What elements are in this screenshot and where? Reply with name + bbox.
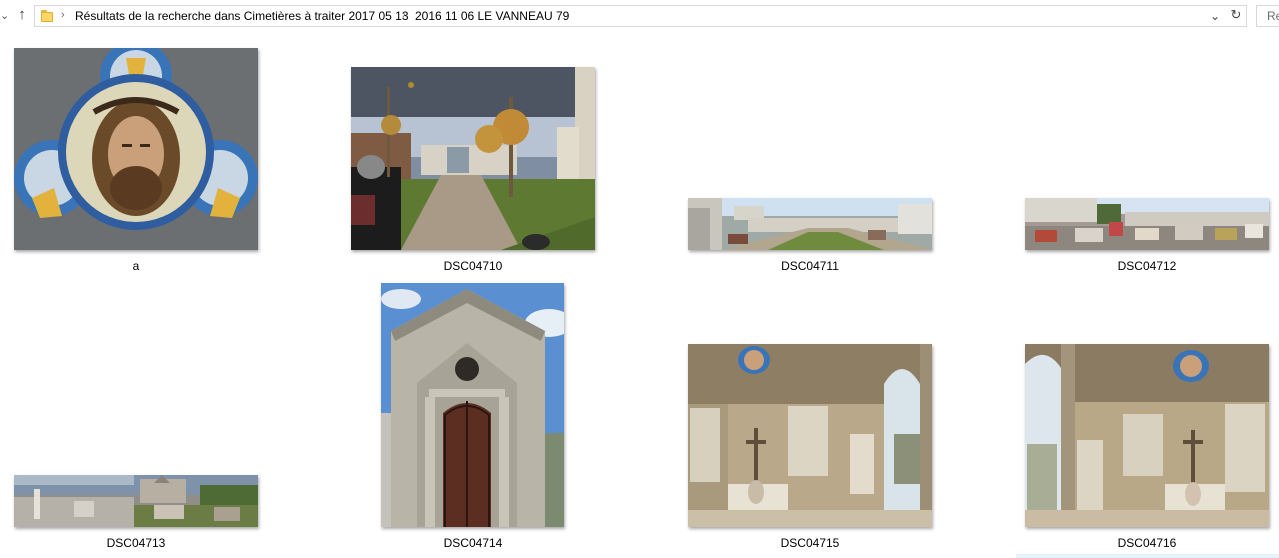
cemetery-panorama-image[interactable] <box>14 475 258 527</box>
recent-locations-chevron-icon[interactable]: ⌄ <box>0 9 9 22</box>
up-arrow-icon[interactable]: ↑ <box>13 5 31 25</box>
file-name-label[interactable]: a <box>14 259 258 273</box>
selection-highlight <box>1016 554 1279 558</box>
chapel-interior-image[interactable] <box>688 344 932 527</box>
cemetery-panorama-image[interactable] <box>688 198 932 250</box>
file-name-label[interactable]: DSC04711 <box>688 259 932 273</box>
file-name-label[interactable]: DSC04710 <box>351 259 595 273</box>
cemetery-path-image[interactable] <box>351 67 595 250</box>
file-name-label[interactable]: DSC04714 <box>351 536 595 550</box>
stained-glass-christ-image[interactable] <box>14 48 258 250</box>
file-view: a DSC04710 DSC04711 DSC04712 DSC04713 DS… <box>0 32 1279 558</box>
file-name-label[interactable]: DSC04712 <box>1025 259 1269 273</box>
address-dropdown-icon[interactable]: ⌄ <box>1210 9 1220 23</box>
chapel-interior-image[interactable] <box>1025 344 1269 527</box>
breadcrumb-current-folder[interactable]: 2016 11 06 LE VANNEAU 79 <box>415 9 569 23</box>
address-bar-row: ⌄ ↑ › Résultats de la recherche dans Cim… <box>0 0 1279 32</box>
refresh-icon[interactable]: ↻ <box>1226 6 1246 24</box>
search-input-text: Re <box>1267 9 1279 23</box>
cemetery-panorama-image[interactable] <box>1025 198 1269 250</box>
breadcrumb-separator-icon[interactable]: › <box>402 9 406 21</box>
address-bar[interactable]: › Résultats de la recherche dans Cimetiè… <box>34 5 1247 27</box>
breadcrumb-search-results[interactable]: Résultats de la recherche dans Cimetière… <box>75 9 409 23</box>
file-name-label[interactable]: DSC04715 <box>688 536 932 550</box>
file-name-label[interactable]: DSC04713 <box>14 536 258 550</box>
breadcrumb-separator-icon[interactable]: › <box>61 9 65 21</box>
search-input[interactable]: Re <box>1256 5 1279 27</box>
chapel-door-image[interactable] <box>381 283 564 527</box>
folder-icon <box>41 10 53 22</box>
file-name-label[interactable]: DSC04716 <box>1025 536 1269 550</box>
